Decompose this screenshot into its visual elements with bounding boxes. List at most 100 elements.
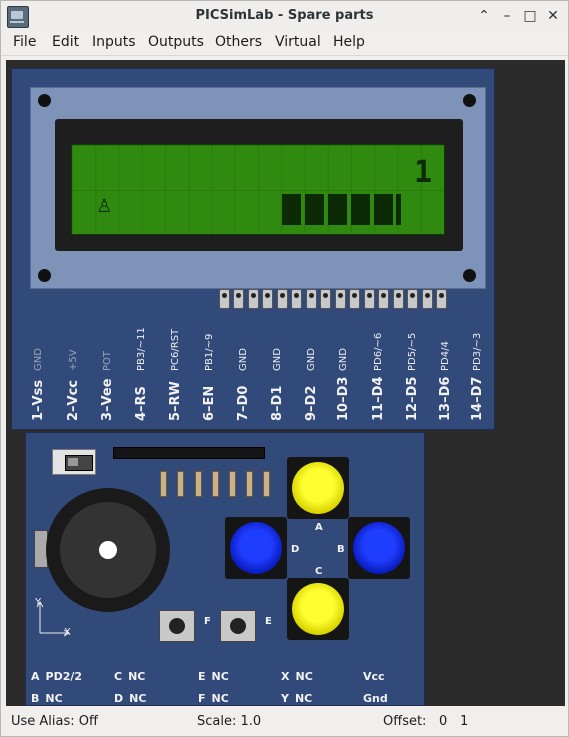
menu-bar: File Edit Inputs Outputs Others Virtual … xyxy=(1,32,568,56)
resistor xyxy=(246,471,253,497)
pinmap-e: E NC xyxy=(198,670,229,683)
menu-inputs[interactable]: Inputs xyxy=(92,34,136,50)
lcd-pin-label: 3–Vee xyxy=(100,378,115,421)
pinmap-x: X NC xyxy=(281,670,313,683)
lcd-block-char xyxy=(328,194,347,225)
lcd-pin-label: 5–RW xyxy=(168,381,183,421)
lcd-pin-signal: POT xyxy=(102,350,113,371)
status-offset-label: Offset: xyxy=(383,714,427,729)
lcd-pin-signal: GND xyxy=(338,348,349,371)
maximize-icon[interactable]: □ xyxy=(520,7,540,25)
button-b[interactable] xyxy=(348,517,410,579)
lcd-pin-signal: PD6/~6 xyxy=(373,332,384,371)
lcd-pin-signal: GND xyxy=(33,348,44,371)
button-c[interactable] xyxy=(287,578,349,640)
lcd-pin xyxy=(291,289,302,309)
pinmap-b: B NC xyxy=(31,692,63,705)
title-bar[interactable]: PICSimLab - Spare parts ⌃ – □ ✕ xyxy=(1,1,568,32)
lcd-block-char xyxy=(396,194,401,225)
lcd-pin xyxy=(349,289,360,309)
lcd-pin-signal: GND xyxy=(238,348,249,371)
resistor xyxy=(212,471,219,497)
button-a[interactable] xyxy=(287,457,349,519)
lcd-pin xyxy=(335,289,346,309)
lcd-pin-signal: PD5/~5 xyxy=(407,332,418,371)
lcd-pin xyxy=(422,289,433,309)
lcd-pin-label: 12–D5 xyxy=(405,376,420,421)
lcd-pin xyxy=(306,289,317,309)
lcd-pin-label: 1–Vss xyxy=(31,379,46,421)
lcd-pin xyxy=(364,289,375,309)
menu-virtual[interactable]: Virtual xyxy=(275,34,321,50)
minimize-icon[interactable]: – xyxy=(497,7,517,25)
lcd-pin-signal: +5V xyxy=(68,349,79,371)
lcd-block-char xyxy=(305,194,324,225)
resistor xyxy=(195,471,202,497)
lcd-pin-signal: GND xyxy=(306,348,317,371)
lcd-pin xyxy=(219,289,230,309)
lcd-pin-label: 13–D6 xyxy=(438,376,453,421)
lcd-pin xyxy=(233,289,244,309)
lcd-pin xyxy=(277,289,288,309)
menu-file[interactable]: File xyxy=(13,34,36,50)
lcd-pin xyxy=(393,289,404,309)
pinmap-vcc: Vcc xyxy=(363,670,385,683)
lcd-pin xyxy=(262,289,273,309)
lcd-pin-label: 8–D1 xyxy=(270,385,285,421)
lcd-digit: 1 xyxy=(413,155,432,190)
lcd-display: ♙ 1 xyxy=(71,144,445,235)
power-switch[interactable] xyxy=(52,449,96,475)
lcd-pin-label: 11–D4 xyxy=(371,376,386,421)
button-c-label: C xyxy=(315,566,323,577)
lcd-pin-signal: PC6/RST xyxy=(170,328,181,371)
lcd-pin-label: 10–D3 xyxy=(336,376,351,421)
menu-outputs[interactable]: Outputs xyxy=(148,34,204,50)
lcd-pin-label: 14–D7 xyxy=(470,376,485,421)
pinmap-f: F NC xyxy=(198,692,229,705)
resistor xyxy=(263,471,270,497)
resistor xyxy=(229,471,236,497)
status-alias: Use Alias: Off xyxy=(11,714,98,729)
menu-edit[interactable]: Edit xyxy=(52,34,79,50)
lcd-pin-signal: PD3/~3 xyxy=(472,332,483,371)
pinmap-d: D NC xyxy=(114,692,147,705)
status-offset-x: 0 xyxy=(439,714,448,729)
button-d-label: D xyxy=(291,544,300,555)
button-d[interactable] xyxy=(225,517,287,579)
mount-hole xyxy=(38,269,51,282)
lcd-block-char xyxy=(351,194,370,225)
status-bar: Use Alias: Off Scale: 1.0 Offset: 0 1 xyxy=(1,708,568,736)
lcd-pin-label: 4–RS xyxy=(134,386,149,421)
button-e-label: E xyxy=(265,616,272,627)
chevron-up-icon[interactable]: ⌃ xyxy=(474,7,494,25)
pinmap-c: C NC xyxy=(114,670,146,683)
lcd-block-char xyxy=(282,194,301,225)
close-icon[interactable]: ✕ xyxy=(543,7,563,25)
lcd-pin xyxy=(248,289,259,309)
axis-arrows-icon xyxy=(36,601,70,637)
mount-hole xyxy=(463,269,476,282)
pinmap-a: A PD2/2 xyxy=(31,670,83,683)
pinmap-y: Y NC xyxy=(281,692,313,705)
lcd-pin-signal: PB1/~9 xyxy=(204,333,215,371)
lcd-pin-label: 6–EN xyxy=(202,385,217,421)
io-part[interactable]: A D B C F E Y X A PD2/2 B NC C NC D NC E NC F… xyxy=(25,432,425,706)
resistor xyxy=(160,471,167,497)
pin-header xyxy=(113,447,265,459)
lcd-block-char xyxy=(374,194,393,225)
main-window: PICSimLab - Spare parts ⌃ – □ ✕ File Edi… xyxy=(0,0,569,737)
status-offset-y: 1 xyxy=(460,714,469,729)
resistor xyxy=(177,471,184,497)
menu-others[interactable]: Others xyxy=(215,34,262,50)
button-e[interactable] xyxy=(220,610,256,642)
lcd-pin-label: 7–D0 xyxy=(236,385,251,421)
lcd-pin xyxy=(436,289,447,309)
lcd-pin-signal: PB3/~11 xyxy=(136,327,147,371)
lcd-part[interactable]: ♙ 1 1–Vss GND 2–Vcc +5V 3–Vee POT 4–RS P… xyxy=(11,68,495,430)
lcd-pin xyxy=(320,289,331,309)
lcd-pin-label: 9–D2 xyxy=(304,385,319,421)
axis-y-label: Y xyxy=(35,597,42,608)
lcd-bezel: ♙ 1 xyxy=(30,87,486,309)
menu-help[interactable]: Help xyxy=(333,34,365,50)
button-f[interactable] xyxy=(159,610,195,642)
